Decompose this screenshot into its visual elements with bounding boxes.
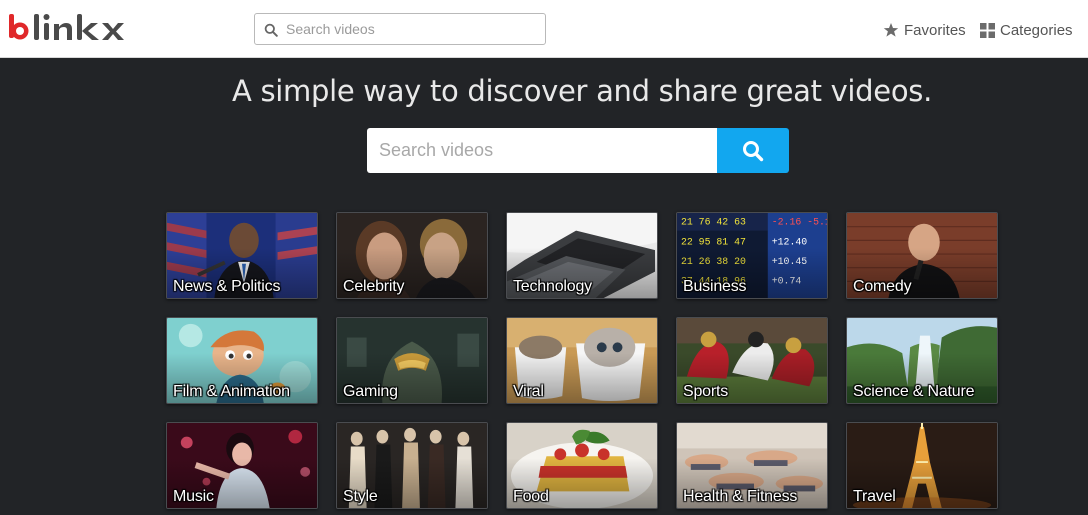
- category-label: Science & Nature: [853, 383, 975, 400]
- favorites-label: Favorites: [904, 21, 966, 39]
- category-tile-food[interactable]: Food: [506, 422, 658, 509]
- category-tile-travel[interactable]: Travel: [846, 422, 998, 509]
- hero-search-button[interactable]: [717, 128, 789, 173]
- hero-headline: A simple way to discover and share great…: [231, 74, 933, 108]
- blinkx-logo-mark: [9, 14, 124, 40]
- category-tile-style[interactable]: Style: [336, 422, 488, 509]
- category-label: Travel: [853, 488, 896, 505]
- categories-label: Categories: [1000, 21, 1073, 39]
- favorites-link[interactable]: Favorites: [883, 19, 966, 41]
- star-icon: [883, 23, 899, 37]
- category-tile-comedy[interactable]: Comedy: [846, 212, 998, 299]
- category-label: Style: [343, 488, 378, 505]
- categories-link[interactable]: Categories: [980, 19, 1073, 41]
- category-tile-sports[interactable]: Sports: [676, 317, 828, 404]
- search-icon: [743, 140, 764, 161]
- top-bar: Favorites Categories: [0, 0, 1088, 58]
- category-tile-viral[interactable]: Viral: [506, 317, 658, 404]
- category-tile-news-politics[interactable]: News & Politics: [166, 212, 318, 299]
- svg-text:21 76 42 63: 21 76 42 63: [681, 217, 746, 228]
- header-search-input[interactable]: [286, 14, 541, 44]
- category-tile-business[interactable]: 21 76 42 63 22 95 81 47 21 26 38 20 37 4…: [676, 212, 828, 299]
- category-tile-health-fitness[interactable]: Health & Fitness: [676, 422, 828, 509]
- category-label: Food: [513, 488, 549, 505]
- category-label: Business: [683, 278, 747, 295]
- header-search-box[interactable]: [254, 13, 546, 45]
- category-label: Sports: [683, 383, 729, 400]
- category-label: Gaming: [343, 383, 398, 400]
- hero-search-input[interactable]: [367, 128, 717, 173]
- category-label: Music: [173, 488, 214, 505]
- category-tile-gaming[interactable]: Gaming: [336, 317, 488, 404]
- svg-text:+12.40: +12.40: [772, 236, 808, 247]
- category-label: Celebrity: [343, 278, 405, 295]
- category-label: Health & Fitness: [683, 488, 798, 505]
- category-label: Viral: [513, 383, 544, 400]
- category-label: Comedy: [853, 278, 912, 295]
- category-tile-music[interactable]: Music: [166, 422, 318, 509]
- category-tile-technology[interactable]: Technology: [506, 212, 658, 299]
- category-tile-science-nature[interactable]: Science & Nature: [846, 317, 998, 404]
- category-tile-celebrity[interactable]: Celebrity: [336, 212, 488, 299]
- grid-icon: [980, 22, 995, 38]
- svg-text:-2.16 -5.1: -2.16 -5.1: [772, 217, 827, 228]
- category-label: News & Politics: [173, 278, 281, 295]
- category-tile-film-animation[interactable]: Film & Animation: [166, 317, 318, 404]
- hero-search-box: [367, 128, 789, 173]
- category-label: Film & Animation: [173, 383, 290, 400]
- svg-text:22 95 81 47: 22 95 81 47: [681, 236, 746, 247]
- blinkx-logo[interactable]: [6, 10, 136, 48]
- category-label: Technology: [513, 278, 592, 295]
- search-icon: [264, 23, 278, 37]
